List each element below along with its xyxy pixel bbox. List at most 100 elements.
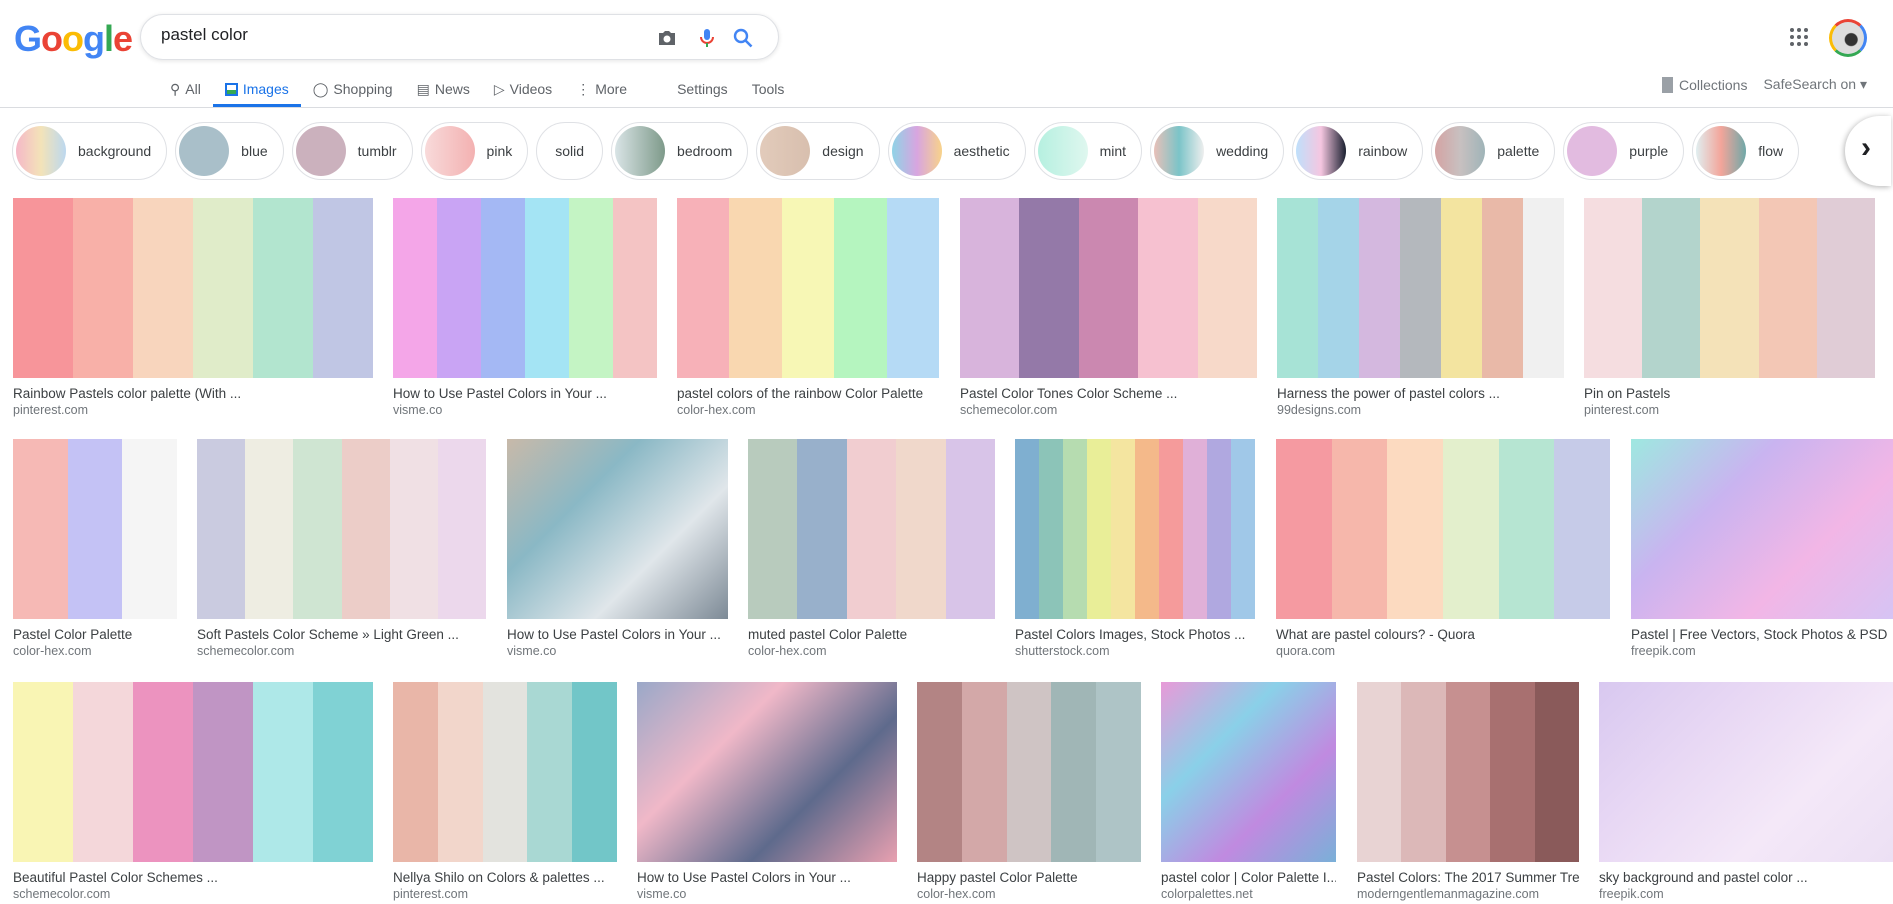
result-title[interactable]: How to Use Pastel Colors in Your ... — [637, 870, 897, 885]
tab-all[interactable]: ⚲ All — [158, 74, 213, 104]
result-thumbnail[interactable] — [1599, 682, 1893, 862]
tab-shopping[interactable]: ◯ Shopping — [301, 74, 405, 104]
chip-label: aesthetic — [953, 143, 1010, 159]
tab-images[interactable]: Images — [212, 74, 301, 107]
image-result[interactable]: Happy pastel Color Palette color-hex.com — [917, 682, 1141, 901]
result-thumbnail[interactable] — [393, 682, 617, 862]
result-title[interactable]: Pastel Color Tones Color Scheme ... — [960, 386, 1257, 401]
result-title[interactable]: pastel colors of the rainbow Color Palet… — [677, 386, 939, 401]
result-title[interactable]: Pastel Color Palette — [13, 627, 177, 642]
image-result[interactable]: Harness the power of pastel colors ... 99… — [1277, 198, 1564, 417]
image-result[interactable]: What are pastel colours? - Quora quora.co… — [1276, 439, 1610, 658]
chip-flow[interactable]: flow — [1692, 122, 1800, 180]
result-thumbnail[interactable] — [1276, 439, 1610, 619]
result-thumbnail[interactable] — [197, 439, 486, 619]
result-title[interactable]: Rainbow Pastels color palette (With ... — [13, 386, 373, 401]
result-title[interactable]: How to Use Pastel Colors in Your ... — [393, 386, 657, 401]
microphone-icon[interactable] — [695, 26, 719, 50]
chip-background[interactable]: background — [12, 122, 168, 180]
chip-blue[interactable]: blue — [175, 122, 284, 180]
image-result[interactable]: Pastel Colors Images, Stock Photos ... sh… — [1015, 439, 1255, 658]
search-input[interactable] — [161, 25, 631, 45]
tab-tools[interactable]: Tools — [740, 74, 797, 104]
result-thumbnail[interactable] — [1161, 682, 1336, 862]
result-title[interactable]: Pastel Colors: The 2017 Summer Tre... — [1357, 870, 1579, 885]
account-avatar[interactable] — [1829, 19, 1867, 57]
result-title[interactable]: Harness the power of pastel colors ... — [1277, 386, 1564, 401]
chip-purple[interactable]: purple — [1563, 122, 1685, 180]
chip-rainbow[interactable]: rainbow — [1292, 122, 1424, 180]
chip-pink[interactable]: pink — [420, 122, 529, 180]
chip-design[interactable]: design — [756, 122, 880, 180]
image-result[interactable]: Pastel Colors: The 2017 Summer Tre... mod… — [1357, 682, 1579, 901]
color-swatch — [13, 439, 68, 619]
result-thumbnail[interactable] — [677, 198, 939, 378]
result-title[interactable]: How to Use Pastel Colors in Your ... — [507, 627, 728, 642]
result-thumbnail[interactable] — [13, 439, 177, 619]
chip-tumblr[interactable]: tumblr — [291, 122, 413, 180]
image-result[interactable]: Pin on Pastels pinterest.com — [1584, 198, 1875, 417]
chip-aesthetic[interactable]: aesthetic — [887, 122, 1026, 180]
result-thumbnail[interactable] — [960, 198, 1257, 378]
chip-solid[interactable]: solid — [536, 122, 604, 180]
result-thumbnail[interactable] — [917, 682, 1141, 862]
image-result[interactable]: sky background and pastel color ... freep… — [1599, 682, 1893, 901]
chip-thumbnail — [295, 126, 346, 176]
image-result[interactable]: Nellya Shilo on Colors & palettes ... pin… — [393, 682, 617, 901]
result-thumbnail[interactable] — [393, 198, 657, 378]
google-logo[interactable]: Google — [14, 18, 133, 60]
tab-news[interactable]: ▤ News — [405, 74, 482, 104]
apps-grid-icon[interactable] — [1790, 28, 1808, 46]
image-result[interactable]: Pastel Color Tones Color Scheme ... schem… — [960, 198, 1257, 417]
result-title[interactable]: Nellya Shilo on Colors & palettes ... — [393, 870, 617, 885]
chip-wedding[interactable]: wedding — [1150, 122, 1285, 180]
tab-videos[interactable]: ▷ Videos — [482, 74, 564, 104]
result-thumbnail[interactable] — [507, 439, 728, 619]
result-title[interactable]: Pastel Colors Images, Stock Photos ... — [1015, 627, 1255, 642]
color-swatch — [1642, 198, 1701, 378]
image-result[interactable]: Rainbow Pastels color palette (With ... p… — [13, 198, 373, 417]
result-thumbnail[interactable] — [1277, 198, 1564, 378]
result-title[interactable]: sky background and pastel color ... — [1599, 870, 1893, 885]
image-result[interactable]: Beautiful Pastel Color Schemes ... scheme… — [13, 682, 373, 901]
image-result[interactable]: pastel color | Color Palette I... colorpa… — [1161, 682, 1336, 901]
image-result[interactable]: How to Use Pastel Colors in Your ... vism… — [507, 439, 728, 658]
tab-more[interactable]: ⋮ More — [564, 74, 639, 104]
image-result[interactable]: How to Use Pastel Colors in Your ... vism… — [637, 682, 897, 901]
safesearch-dropdown[interactable]: SafeSearch on ▾ — [1763, 76, 1867, 93]
result-title[interactable]: Soft Pastels Color Scheme » Light Green … — [197, 627, 486, 642]
result-domain: freepik.com — [1631, 644, 1696, 658]
chip-bedroom[interactable]: bedroom — [611, 122, 749, 180]
image-result[interactable]: pastel colors of the rainbow Color Palet… — [677, 198, 939, 417]
collections-link[interactable]: Collections — [1661, 76, 1747, 93]
tab-settings[interactable]: Settings — [665, 74, 740, 104]
result-title[interactable]: Pin on Pastels — [1584, 386, 1875, 401]
result-title[interactable]: pastel color | Color Palette I... — [1161, 870, 1336, 885]
result-title[interactable]: What are pastel colours? - Quora — [1276, 627, 1610, 642]
camera-icon[interactable] — [655, 26, 679, 50]
result-thumbnail[interactable] — [1631, 439, 1893, 619]
image-result[interactable]: Pastel | Free Vectors, Stock Photos & PS… — [1631, 439, 1893, 658]
chip-mint[interactable]: mint — [1033, 122, 1143, 180]
search-icon[interactable] — [731, 26, 755, 50]
result-thumbnail[interactable] — [1584, 198, 1875, 378]
chip-palette[interactable]: palette — [1431, 122, 1556, 180]
result-thumbnail[interactable] — [13, 198, 373, 378]
result-title[interactable]: muted pastel Color Palette — [748, 627, 995, 642]
chevron-right-icon[interactable]: › — [1845, 116, 1891, 186]
result-thumbnail[interactable] — [637, 682, 897, 862]
result-thumbnail[interactable] — [1015, 439, 1255, 619]
result-thumbnail[interactable] — [13, 682, 373, 862]
color-swatch — [313, 198, 373, 378]
result-title[interactable]: Happy pastel Color Palette — [917, 870, 1141, 885]
color-swatch — [1087, 439, 1111, 619]
color-swatch — [1231, 439, 1255, 619]
result-thumbnail[interactable] — [1357, 682, 1579, 862]
image-result[interactable]: Soft Pastels Color Scheme » Light Green … — [197, 439, 486, 658]
result-title[interactable]: Beautiful Pastel Color Schemes ... — [13, 870, 373, 885]
image-result[interactable]: Pastel Color Palette color-hex.com — [13, 439, 177, 658]
image-result[interactable]: muted pastel Color Palette color-hex.com — [748, 439, 995, 658]
image-result[interactable]: How to Use Pastel Colors in Your ... vism… — [393, 198, 657, 417]
result-title[interactable]: Pastel | Free Vectors, Stock Photos & PS… — [1631, 627, 1893, 642]
result-thumbnail[interactable] — [748, 439, 995, 619]
